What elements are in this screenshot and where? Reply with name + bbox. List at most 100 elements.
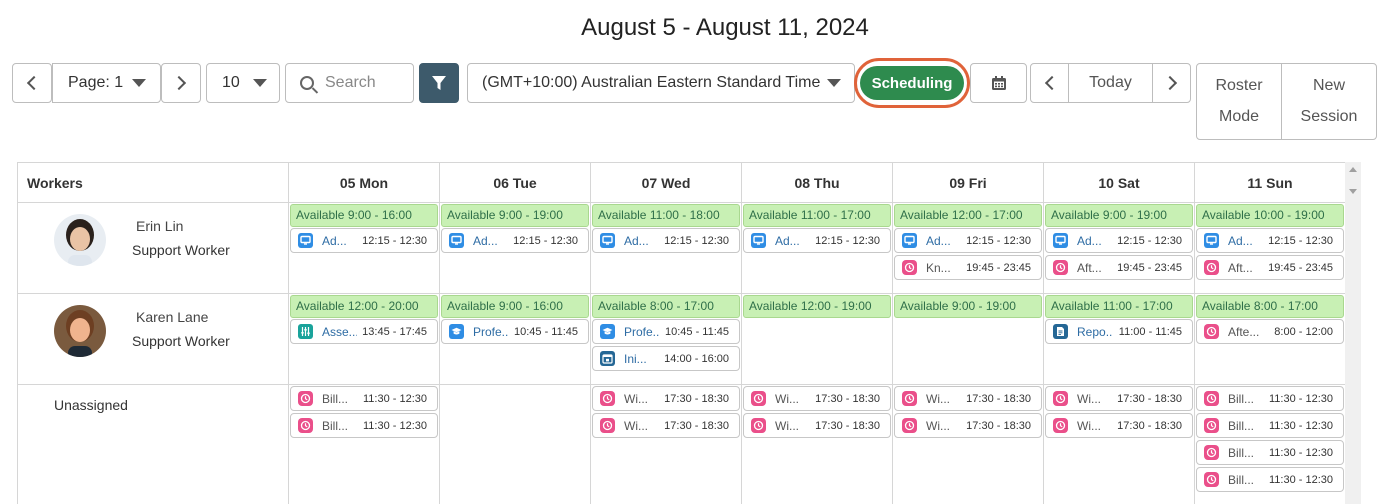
prev-week-button[interactable] (1030, 63, 1069, 103)
day-cell[interactable]: Available 8:00 - 17:00 Afte... 8:00 - 12:0… (1195, 294, 1346, 385)
session-card[interactable]: Bill... 11:30 - 12:30 (1196, 386, 1344, 411)
session-card[interactable]: Ad... 12:15 - 12:30 (441, 228, 589, 253)
availability-block[interactable]: Available 8:00 - 17:00 (592, 295, 740, 318)
session-card[interactable]: Wi... 17:30 - 18:30 (743, 413, 891, 438)
search-input[interactable]: Search (285, 63, 414, 103)
session-card[interactable]: Ad... 12:15 - 12:30 (592, 228, 740, 253)
next-week-button[interactable] (1152, 63, 1191, 103)
availability-block[interactable]: Available 11:00 - 17:00 (1045, 295, 1193, 318)
session-card[interactable]: Wi... 17:30 - 18:30 (592, 413, 740, 438)
session-card[interactable]: Wi... 17:30 - 18:30 (592, 386, 740, 411)
caret-down-icon (827, 79, 841, 87)
day-cell[interactable]: Available 12:00 - 17:00 Ad... 12:15 - 12:3… (893, 203, 1044, 294)
roster-mode-button[interactable]: Roster Mode (1196, 63, 1282, 140)
availability-block[interactable]: Available 8:00 - 17:00 (1196, 295, 1344, 318)
session-card[interactable]: Kn... 19:45 - 23:45 (894, 255, 1042, 280)
session-name: Wi... (926, 391, 950, 406)
new-session-label-line2: Session (1300, 108, 1358, 126)
availability-block[interactable]: Available 12:00 - 17:00 (894, 204, 1042, 227)
day-cell[interactable]: Available 9:00 - 16:00 Profe... 10:45 - 11… (440, 294, 591, 385)
session-time: 8:00 - 12:00 (1274, 325, 1333, 338)
availability-block[interactable]: Available 9:00 - 19:00 (1045, 204, 1193, 227)
timezone-select[interactable]: (GMT+10:00) Australian Eastern Standard … (467, 63, 855, 103)
day-cell[interactable]: Bill... 11:30 - 12:30 Bill... 11:30 - 12:30 (289, 385, 440, 504)
scheduling-button[interactable]: Scheduling (860, 66, 964, 100)
worker-role: Support Worker (132, 333, 230, 349)
session-card[interactable]: Asse... 13:45 - 17:45 (290, 319, 438, 344)
session-card[interactable]: Ad... 12:15 - 12:30 (894, 228, 1042, 253)
day-cell[interactable]: Available 9:00 - 19:00 Ad... 12:15 - 12:30… (1044, 203, 1195, 294)
session-card[interactable]: Repo... 11:00 - 11:45 (1045, 319, 1193, 344)
session-card[interactable]: Afte... 8:00 - 12:00 (1196, 319, 1344, 344)
vertical-scrollbar[interactable] (1345, 162, 1361, 504)
availability-block[interactable]: Available 12:00 - 19:00 (743, 295, 891, 318)
monitor-icon (449, 233, 464, 248)
day-cell[interactable]: Available 9:00 - 16:00 Ad... 12:15 - 12:30 (289, 203, 440, 294)
clock-icon (1204, 445, 1219, 460)
session-card[interactable]: Wi... 17:30 - 18:30 (743, 386, 891, 411)
availability-block[interactable]: Available 12:00 - 20:00 (290, 295, 438, 318)
next-page-button[interactable] (161, 63, 201, 103)
session-time: 11:30 - 12:30 (1268, 446, 1333, 459)
day-cell[interactable]: Wi... 17:30 - 18:30 Wi... 17:30 - 18:30 (591, 385, 742, 504)
page-title: August 5 - August 11, 2024 (581, 14, 869, 41)
session-card[interactable]: Profe... 10:45 - 11:45 (592, 319, 740, 344)
session-card[interactable]: Aft... 19:45 - 23:45 (1045, 255, 1193, 280)
session-card[interactable]: Profe... 10:45 - 11:45 (441, 319, 589, 344)
availability-block[interactable]: Available 10:00 - 19:00 (1196, 204, 1344, 227)
availability-block[interactable]: Available 9:00 - 19:00 (441, 204, 589, 227)
day-cell[interactable]: Available 12:00 - 19:00 (742, 294, 893, 385)
session-card[interactable]: Wi... 17:30 - 18:30 (894, 386, 1042, 411)
page-select[interactable]: Page: 1 (52, 63, 161, 103)
day-cell[interactable]: Available 8:00 - 17:00 Profe... 10:45 - 11… (591, 294, 742, 385)
clock-icon (298, 418, 313, 433)
session-card[interactable]: Bill... 11:30 - 12:30 (1196, 413, 1344, 438)
session-card[interactable]: Bill... 11:30 - 12:30 (290, 413, 438, 438)
workers-header: Workers (18, 163, 289, 203)
session-card[interactable]: Ad... 12:15 - 12:30 (1196, 228, 1344, 253)
session-name: Bill... (1228, 418, 1255, 433)
day-cell[interactable]: Available 11:00 - 18:00 Ad... 12:15 - 12:3… (591, 203, 742, 294)
day-cell[interactable]: Wi... 17:30 - 18:30 Wi... 17:30 - 18:30 (742, 385, 893, 504)
session-name: Wi... (926, 418, 950, 433)
scroll-down-icon[interactable] (1349, 189, 1357, 194)
day-cell[interactable]: Wi... 17:30 - 18:30 Wi... 17:30 - 18:30 (893, 385, 1044, 504)
session-card[interactable]: Wi... 17:30 - 18:30 (1045, 386, 1193, 411)
availability-block[interactable]: Available 9:00 - 16:00 (290, 204, 438, 227)
session-time: 11:30 - 12:30 (1268, 392, 1333, 405)
day-cell[interactable]: Available 11:00 - 17:00 Repo... 11:00 - 11… (1044, 294, 1195, 385)
day-cell[interactable]: Available 9:00 - 19:00 Ad... 12:15 - 12:30 (440, 203, 591, 294)
availability-block[interactable]: Available 9:00 - 16:00 (441, 295, 589, 318)
session-card[interactable]: Ini... 14:00 - 16:00 (592, 346, 740, 371)
day-cell[interactable]: Available 9:00 - 19:00 (893, 294, 1044, 385)
session-card[interactable]: Wi... 17:30 - 18:30 (894, 413, 1042, 438)
worker-name: Karen Lane (136, 309, 209, 325)
session-card[interactable]: Ad... 12:15 - 12:30 (290, 228, 438, 253)
session-card[interactable]: Ad... 12:15 - 12:30 (1045, 228, 1193, 253)
today-button[interactable]: Today (1068, 63, 1153, 103)
day-cell[interactable]: Available 10:00 - 19:00 Ad... 12:15 - 12:3… (1195, 203, 1346, 294)
session-card[interactable]: Wi... 17:30 - 18:30 (1045, 413, 1193, 438)
session-card[interactable]: Aft... 19:45 - 23:45 (1196, 255, 1344, 280)
prev-page-button[interactable] (12, 63, 52, 103)
calendar-button[interactable] (970, 63, 1027, 103)
session-time: 11:30 - 12:30 (1268, 419, 1333, 432)
availability-block[interactable]: Available 11:00 - 18:00 (592, 204, 740, 227)
session-card[interactable]: Bill... 11:30 - 12:30 (1196, 440, 1344, 465)
day-cell[interactable]: Available 11:00 - 17:00 Ad... 12:15 - 12:3… (742, 203, 893, 294)
scroll-up-icon[interactable] (1349, 167, 1357, 172)
day-cell[interactable] (440, 385, 591, 504)
day-cell[interactable]: Bill... 11:30 - 12:30 Bill... 11:30 - 12:30… (1195, 385, 1346, 504)
availability-block[interactable]: Available 9:00 - 19:00 (894, 295, 1042, 318)
new-session-button[interactable]: New Session (1281, 63, 1377, 140)
day-cell[interactable]: Wi... 17:30 - 18:30 Wi... 17:30 - 18:30 (1044, 385, 1195, 504)
session-card[interactable]: Bill... 11:30 - 12:30 (290, 386, 438, 411)
monitor-icon (1204, 233, 1219, 248)
session-card[interactable]: Bill... 11:30 - 12:30 (1196, 467, 1344, 492)
page-size-select[interactable]: 10 (206, 63, 280, 103)
session-card[interactable]: Ad... 12:15 - 12:30 (743, 228, 891, 253)
availability-block[interactable]: Available 11:00 - 17:00 (743, 204, 891, 227)
day-cell[interactable]: Available 12:00 - 20:00 Asse... 13:45 - 17… (289, 294, 440, 385)
filter-button[interactable] (419, 63, 459, 103)
worker-role: Support Worker (132, 242, 230, 258)
